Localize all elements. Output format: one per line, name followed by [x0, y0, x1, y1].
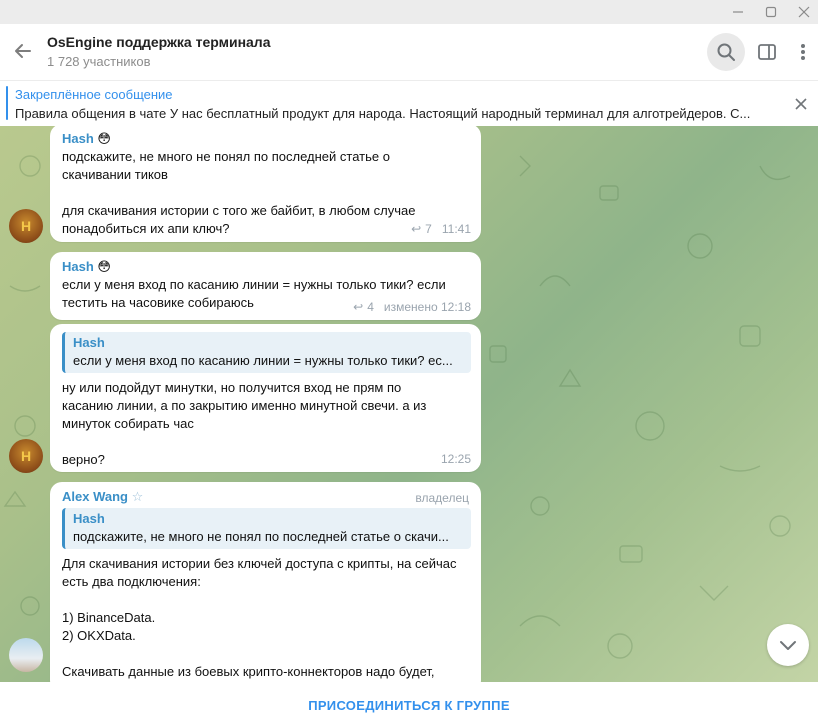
- reply-quote[interactable]: Hash если у меня вход по касанию линии =…: [62, 332, 471, 373]
- message-text: подскажите, не много не понял по последн…: [62, 149, 416, 236]
- avatar[interactable]: H: [9, 439, 43, 473]
- message-bubble[interactable]: Hash если у меня вход по касанию линии =…: [50, 324, 481, 472]
- pinned-accent-bar: [6, 86, 8, 120]
- pinned-title: Закреплённое сообщение: [15, 87, 173, 102]
- minimize-icon[interactable]: [720, 0, 756, 24]
- sender-name[interactable]: Hash: [62, 131, 94, 146]
- scroll-down-button[interactable]: [767, 624, 809, 666]
- reply-count[interactable]: 7: [425, 220, 432, 238]
- sender-name[interactable]: Hash: [62, 259, 94, 274]
- reply-quote-text: если у меня вход по касанию линии = нужн…: [73, 353, 453, 368]
- reply-quote[interactable]: Hash подскажите, не много не понял по по…: [62, 508, 471, 549]
- avatar[interactable]: H: [9, 209, 43, 243]
- star-icon: ☆: [131, 489, 144, 504]
- reply-quote-name: Hash: [73, 511, 105, 526]
- reply-count[interactable]: 4: [367, 298, 374, 316]
- pinned-message[interactable]: Закреплённое сообщение Правила общения в…: [0, 80, 818, 126]
- more-vertical-icon: [801, 44, 805, 60]
- search-button[interactable]: [707, 33, 745, 71]
- close-pinned-icon[interactable]: [790, 93, 812, 115]
- join-group-bar: ПРИСОЕДИНИТЬСЯ К ГРУППЕ: [0, 682, 818, 728]
- chat-header: OsEngine поддержка терминала 1 728 участ…: [0, 24, 818, 80]
- chevron-down-icon: [780, 641, 796, 650]
- chat-title[interactable]: OsEngine поддержка терминала: [47, 34, 271, 50]
- avatar[interactable]: [9, 638, 43, 672]
- reply-quote-name: Hash: [73, 335, 105, 350]
- message-time: 12:25: [440, 452, 471, 466]
- message-bubble[interactable]: Hash 😳 подскажите, не много не понял по …: [50, 126, 481, 242]
- sidebar-icon: [758, 44, 776, 60]
- message-meta: ↩ 7 11:41: [411, 220, 471, 238]
- reply-arrow-icon[interactable]: ↩: [411, 220, 421, 238]
- join-group-button[interactable]: ПРИСОЕДИНИТЬСЯ К ГРУППЕ: [308, 698, 510, 713]
- maximize-icon[interactable]: [753, 0, 789, 24]
- close-icon[interactable]: [786, 0, 818, 24]
- more-options-button[interactable]: [784, 33, 818, 71]
- message-time: 11:41: [441, 222, 471, 236]
- search-icon: [717, 43, 735, 61]
- sender-name[interactable]: Alex Wang: [62, 489, 128, 504]
- message-time: изменено 12:18: [383, 300, 471, 314]
- back-arrow-icon[interactable]: [8, 36, 38, 66]
- sender-emoji: 😳: [97, 131, 111, 146]
- window-titlebar: [0, 0, 818, 24]
- message-meta: 12:25: [441, 450, 471, 468]
- member-count: 1 728 участников: [47, 54, 151, 69]
- message-text: Для скачивания истории без ключей доступ…: [62, 556, 457, 679]
- message-text: ну или подойдут минутки, но получится вх…: [62, 380, 427, 467]
- reply-quote-text: подскажите, не много не понял по последн…: [73, 529, 449, 544]
- pinned-text: Правила общения в чате У нас бесплатный …: [15, 106, 751, 121]
- chat-area[interactable]: Hash 😳 подскажите, не много не понял по …: [0, 126, 818, 682]
- message-meta: ↩ 4 изменено 12:18: [353, 298, 471, 316]
- message-bubble[interactable]: Hash 😳 если у меня вход по касанию линии…: [50, 252, 481, 320]
- sidebar-toggle-button[interactable]: [748, 33, 786, 71]
- reply-arrow-icon[interactable]: ↩: [353, 298, 363, 316]
- owner-badge: владелец: [415, 491, 469, 505]
- sender-emoji: 😳: [97, 259, 111, 274]
- message-bubble[interactable]: Alex Wang ☆ владелец Hash подскажите, не…: [50, 482, 481, 682]
